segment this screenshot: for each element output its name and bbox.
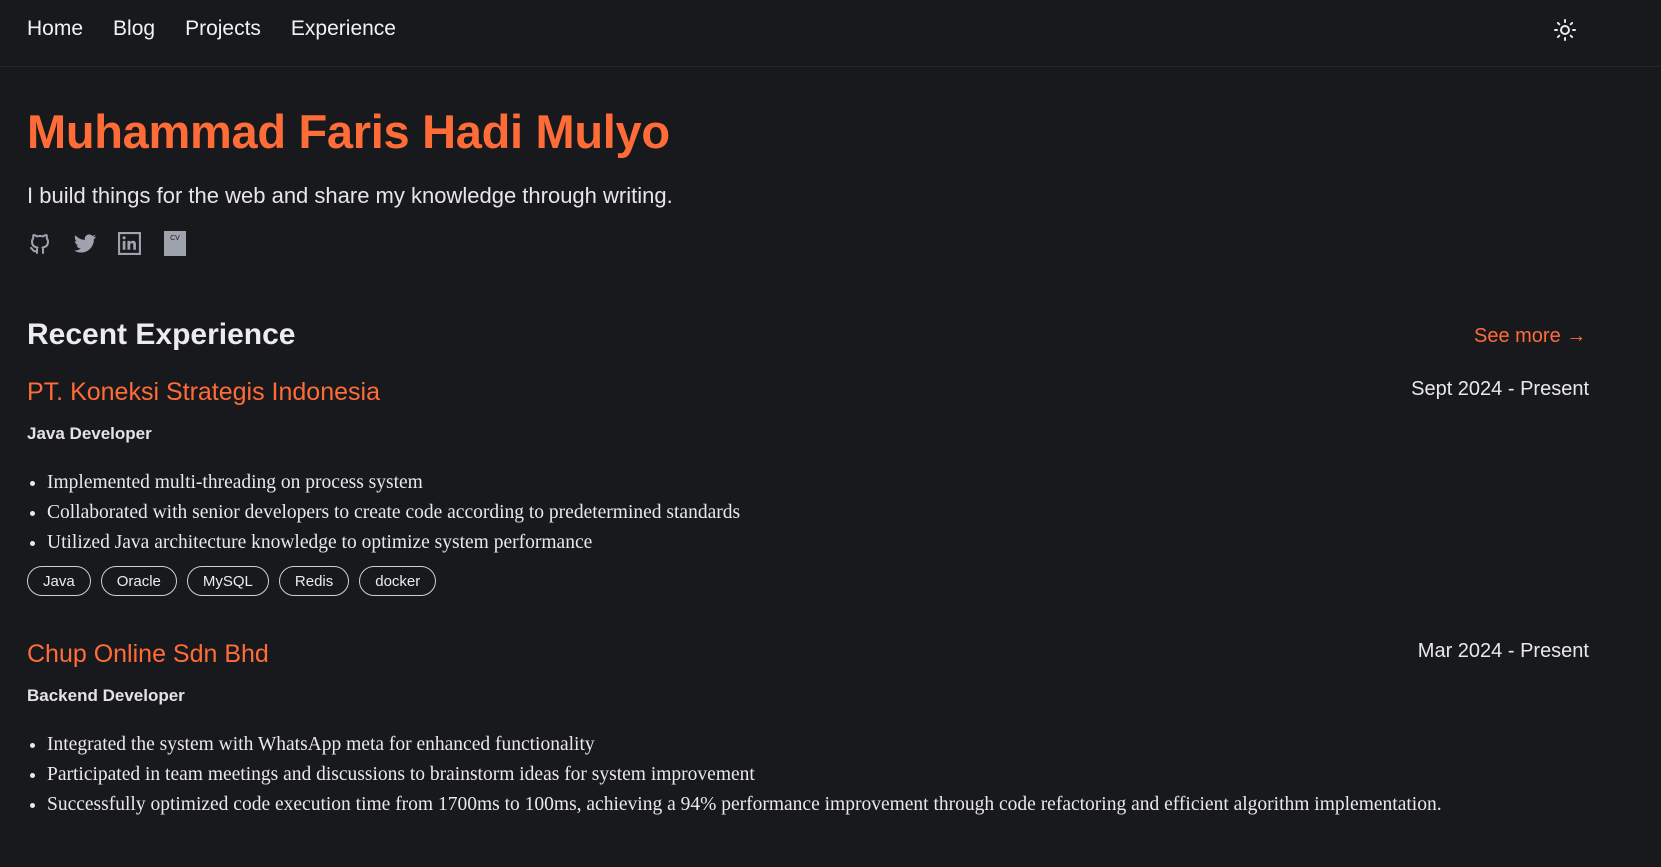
date-range: Sept 2024 - Present <box>1411 378 1589 400</box>
see-more-link[interactable]: See more → <box>1474 325 1586 348</box>
date-range: Mar 2024 - Present <box>1417 640 1589 662</box>
tag-redis[interactable]: Redis <box>278 566 350 596</box>
theme-toggle-button[interactable] <box>1553 18 1577 42</box>
page-title: Muhammad Faris Hadi Mulyo <box>27 105 670 158</box>
bullet-list: Implemented multi-threading on process s… <box>27 468 1497 558</box>
linkedin-link[interactable] <box>117 231 142 256</box>
tagline: I build things for the web and share my … <box>27 183 673 208</box>
twitter-link[interactable] <box>72 231 97 256</box>
bullet-item: Utilized Java architecture knowledge to … <box>47 528 1497 558</box>
bullet-item: Integrated the system with WhatsApp meta… <box>47 730 1497 760</box>
top-navbar: Home Blog Projects Experience <box>0 0 1661 67</box>
tag-mysql[interactable]: MySQL <box>186 566 269 596</box>
github-icon <box>29 233 49 254</box>
sun-icon <box>1554 19 1576 41</box>
linkedin-icon <box>118 232 141 255</box>
cv-icon: CV <box>163 231 186 256</box>
github-link[interactable] <box>27 231 52 256</box>
nav-link-projects[interactable]: Projects <box>185 17 261 41</box>
twitter-icon <box>73 233 96 252</box>
tag-java[interactable]: Java <box>27 566 91 596</box>
job-role: Java Developer <box>27 424 152 443</box>
section-title: Recent Experience <box>27 318 296 351</box>
nav-link-experience[interactable]: Experience <box>291 17 396 41</box>
bullet-list: Integrated the system with WhatsApp meta… <box>27 730 1497 820</box>
tag-docker[interactable]: docker <box>359 566 437 596</box>
svg-text:CV: CV <box>170 235 180 242</box>
nav-link-home[interactable]: Home <box>27 17 83 41</box>
bullet-item: Participated in team meetings and discus… <box>47 760 1497 790</box>
tag-oracle[interactable]: Oracle <box>100 566 177 596</box>
cv-link[interactable]: CV <box>162 231 187 256</box>
company-name[interactable]: Chup Online Sdn Bhd <box>27 640 269 669</box>
bullet-item: Successfully optimized code execution ti… <box>47 790 1497 820</box>
bullet-item: Collaborated with senior developers to c… <box>47 498 1497 528</box>
bullet-item: Implemented multi-threading on process s… <box>47 468 1497 498</box>
tech-tags: Java Oracle MySQL Redis docker <box>27 566 437 596</box>
company-name[interactable]: PT. Koneksi Strategis Indonesia <box>27 378 380 407</box>
social-links: CV <box>27 231 187 256</box>
job-role: Backend Developer <box>27 686 185 705</box>
experience-item: Chup Online Sdn Bhd Mar 2024 - Present B… <box>27 640 1589 867</box>
nav-links: Home Blog Projects Experience <box>27 17 396 41</box>
experience-item: PT. Koneksi Strategis Indonesia Sept 202… <box>27 378 1589 608</box>
nav-link-blog[interactable]: Blog <box>113 17 155 41</box>
